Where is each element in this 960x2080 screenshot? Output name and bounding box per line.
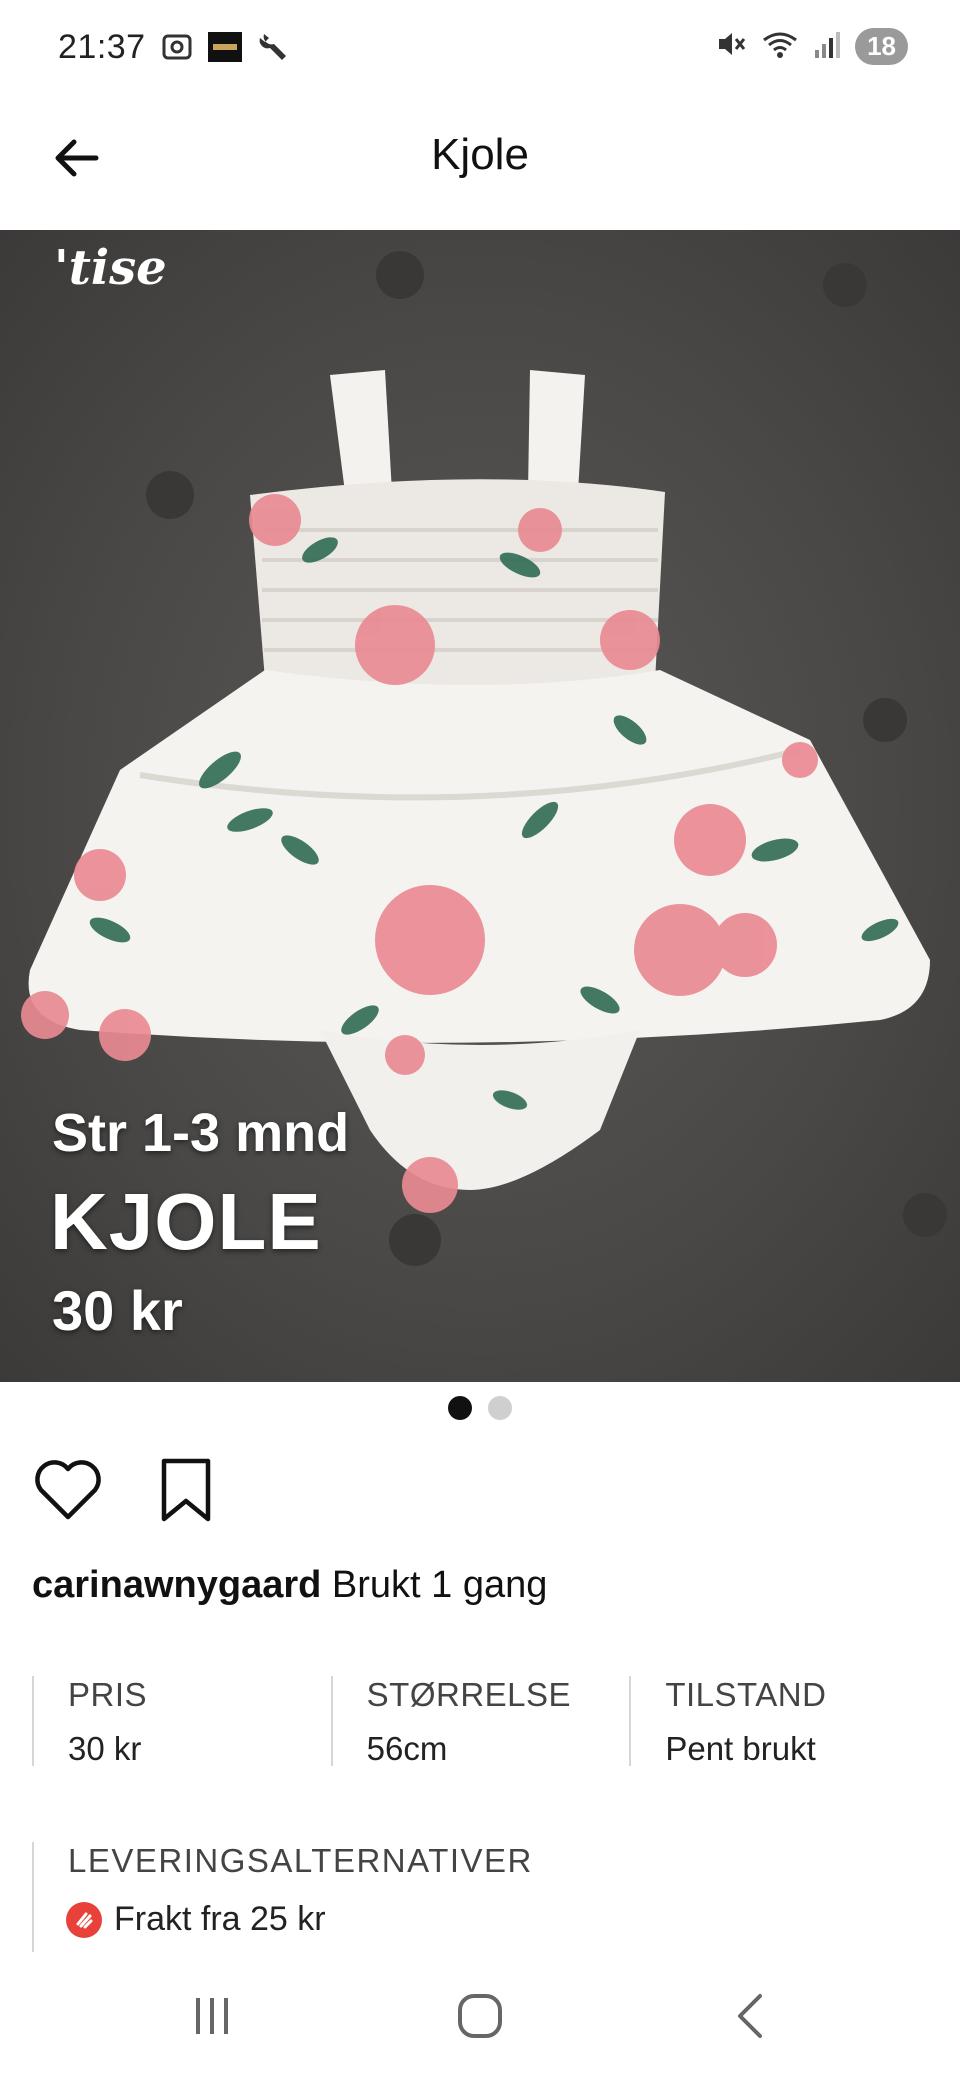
app-bar: Kjole — [0, 96, 960, 230]
like-button[interactable] — [32, 1456, 104, 1528]
overlay-price-text: 30 kr — [52, 1279, 183, 1342]
carousel-dot-1[interactable] — [448, 1396, 472, 1420]
recent-apps-button[interactable] — [182, 1988, 242, 2048]
home-icon — [456, 1992, 504, 2045]
overlay-size-text: Str 1-3 mnd — [52, 1103, 350, 1163]
detail-value: Pent brukt — [665, 1730, 816, 1767]
delivery-option-text: Frakt fra 25 kr — [114, 1900, 326, 1938]
listing-caption: carinawnygaard Brukt 1 gang — [32, 1564, 547, 1607]
detail-label: TILSTAND — [665, 1676, 827, 1713]
delivery-label: LEVERINGSALTERNATIVER — [68, 1842, 533, 1879]
delivery-option[interactable]: Frakt fra 25 kr — [66, 1900, 928, 1939]
detail-size: STØRRELSE 56cm — [330, 1676, 630, 1767]
product-image-carousel[interactable]: 'tise Str 1-3 mnd KJOLE 30 kr — [0, 230, 960, 1382]
detail-condition: TILSTAND Pent brukt — [629, 1676, 928, 1767]
screenshot-icon — [160, 30, 194, 69]
system-back-button[interactable] — [720, 1988, 780, 2048]
home-button[interactable] — [450, 1988, 510, 2048]
bookmark-icon — [158, 1457, 214, 1528]
recent-apps-icon — [190, 1994, 234, 2043]
detail-label: STØRRELSE — [366, 1676, 572, 1713]
detail-value: 56cm — [366, 1730, 448, 1767]
listing-description: Brukt 1 gang — [331, 1564, 548, 1606]
brand-logo: 'tise — [54, 240, 167, 296]
save-button[interactable] — [150, 1456, 222, 1528]
mute-icon — [715, 28, 747, 65]
detail-price: PRIS 30 kr — [32, 1676, 331, 1767]
overlay-title-text: KJOLE — [50, 1177, 322, 1266]
details-grid: PRIS 30 kr STØRRELSE 56cm TILSTAND Pent … — [32, 1676, 928, 1767]
wifi-icon — [761, 28, 799, 65]
back-icon — [730, 1992, 770, 2045]
app-thumbnail-icon — [208, 30, 242, 69]
delivery-section: LEVERINGSALTERNATIVER Frakt fra 25 kr — [32, 1842, 928, 1962]
status-left-icons — [160, 30, 290, 69]
status-right-icons: 18 — [715, 28, 908, 65]
detail-label: PRIS — [68, 1676, 148, 1713]
system-nav-bar — [0, 1952, 960, 2080]
carousel-dot-2[interactable] — [488, 1396, 512, 1420]
detail-value: 30 kr — [68, 1730, 142, 1767]
battery-badge: 18 — [855, 28, 908, 65]
status-bar: 21:37 18 — [0, 0, 960, 96]
seller-username[interactable]: carinawnygaard — [32, 1564, 321, 1606]
status-time: 21:37 — [58, 28, 146, 66]
signal-icon — [813, 28, 841, 65]
page-title: Kjole — [431, 130, 529, 179]
carousel-indicator — [0, 1396, 960, 1420]
action-bar — [32, 1456, 222, 1528]
shipping-icon — [66, 1901, 102, 1938]
wrench-icon — [256, 30, 290, 69]
heart-icon — [33, 1459, 103, 1526]
